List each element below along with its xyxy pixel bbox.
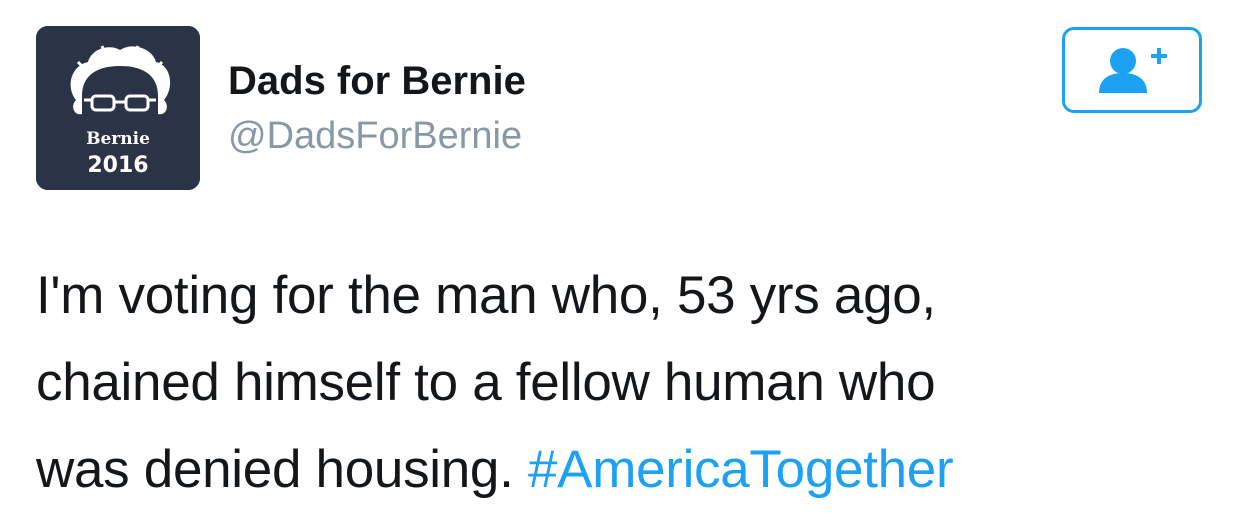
tweet-line: chained himself to a fellow human who (36, 353, 936, 412)
tweet-text: I'm voting for the man who, 53 yrs ago, … (36, 252, 1216, 513)
add-user-icon (1099, 48, 1167, 93)
avatar-name-text: Bernie (86, 129, 150, 149)
avatar[interactable]: Bernie 2016 (36, 26, 200, 190)
tweet-line: I'm voting for the man who, 53 yrs ago, (36, 266, 936, 325)
user-handle[interactable]: @DadsForBernie (228, 114, 522, 158)
tweet-line-text: was denied housing. (36, 440, 514, 499)
bernie-logo-icon: Bernie 2016 (36, 26, 200, 190)
avatar-year-text: 2016 (87, 153, 148, 178)
display-name[interactable]: Dads for Bernie (228, 58, 526, 104)
tweet-line: was denied housing. #AmericaTogether (36, 426, 1216, 513)
hashtag-link[interactable]: #AmericaTogether (528, 440, 954, 499)
follow-button[interactable] (1062, 27, 1202, 113)
